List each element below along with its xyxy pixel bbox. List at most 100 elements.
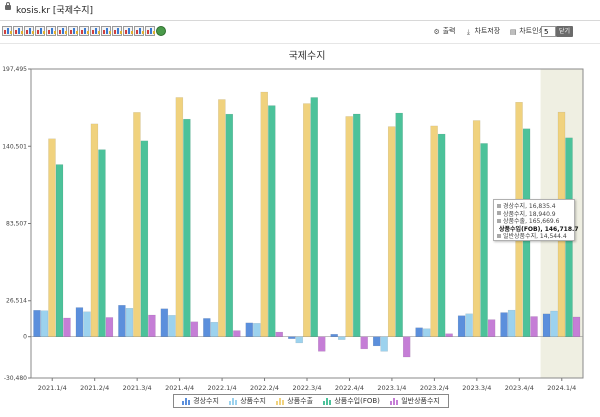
gear-icon: ⚙ (433, 28, 440, 36)
column-chart-icon[interactable] (57, 26, 67, 36)
bar (530, 316, 538, 337)
bar (175, 97, 184, 337)
bar (542, 313, 551, 337)
tooltip-text: 일반상품수지, 14,544.4 (503, 233, 567, 241)
legend-swatch-icon (276, 397, 285, 405)
chart-legend: 경상수지 상품수지 상품수출 상품수입(FOB) 일반상품수지 (173, 394, 449, 408)
legend-label: 상품수지 (240, 397, 266, 405)
bar (338, 336, 346, 340)
refresh-icon[interactable] (156, 26, 166, 36)
legend-label: 일반상품수지 (401, 397, 440, 405)
bar (415, 327, 423, 337)
print-button[interactable]: ⚙ 출력 (433, 26, 455, 36)
bar (98, 149, 106, 337)
bar (160, 308, 169, 337)
bar (288, 336, 296, 339)
tooltip-swatch (497, 233, 501, 238)
bar (63, 317, 71, 337)
bar (310, 97, 318, 337)
bar (55, 164, 64, 337)
scatter-icon[interactable] (101, 26, 111, 36)
close-button[interactable]: 닫기 (556, 26, 573, 37)
bar (203, 318, 211, 337)
bar-chart-icon[interactable] (2, 26, 12, 36)
bar (318, 336, 326, 352)
legend-swatch-icon (390, 397, 399, 405)
bar (500, 312, 508, 337)
bar (133, 112, 141, 337)
x-tick-label: 2022.1/4 (208, 384, 237, 391)
legend-label: 상품수입(FOB) (334, 397, 380, 405)
bar (487, 319, 496, 337)
horizontal-stacked-icon[interactable] (90, 26, 100, 36)
mixed-chart-icon[interactable] (123, 26, 133, 36)
window-title: kosis.kr [국제수지] (16, 6, 94, 16)
legend-item[interactable]: 상품수출 (276, 396, 313, 406)
window-titlebar: kosis.kr [국제수지] (0, 0, 600, 21)
printer-icon: ▤ (509, 28, 517, 36)
x-tick-label: 2022.2/4 (250, 384, 279, 391)
x-tick-label: 2022.3/4 (292, 384, 321, 391)
legend-item[interactable]: 상품수지 (229, 396, 266, 406)
radar-chart-icon[interactable] (134, 26, 144, 36)
bar (233, 330, 241, 337)
tooltip-swatch (497, 211, 501, 216)
x-tick-label: 2022.4/4 (335, 384, 364, 391)
bar (295, 336, 303, 344)
bubble-chart-icon[interactable] (145, 26, 155, 36)
chart-tooltip: 경상수지, 16,835.4 상품수지, 18,940.9 상품수출, 165,66… (493, 199, 579, 241)
combo-chart-icon[interactable] (112, 26, 122, 36)
bar (422, 328, 431, 337)
horizontal-bar-icon[interactable] (79, 26, 89, 36)
legend-item[interactable]: 경상수지 (182, 396, 219, 406)
tooltip-swatch (497, 203, 501, 208)
bar (572, 316, 581, 337)
bar (372, 336, 381, 347)
legend-label: 경상수지 (193, 397, 219, 405)
legend-swatch-icon (182, 397, 191, 405)
legend-item[interactable]: 상품수입(FOB) (323, 396, 380, 406)
download-icon: ⤓ (466, 28, 471, 36)
legend-swatch-icon (229, 397, 238, 405)
bar (507, 309, 516, 337)
bar (445, 333, 453, 337)
count-select[interactable]: 5 (541, 26, 562, 37)
bar (345, 116, 353, 337)
bar (125, 308, 134, 337)
y-tick-label: 197,495 (2, 66, 27, 73)
y-tick-label: 0 (23, 334, 27, 341)
bar (40, 310, 49, 337)
x-tick-label: 2023.4/4 (505, 384, 534, 391)
bar (275, 331, 283, 337)
y-tick-label: 83,507 (6, 221, 27, 228)
area-chart-icon[interactable] (35, 26, 45, 36)
bar (245, 322, 253, 337)
y-tick-label: -30,480 (4, 375, 27, 382)
x-tick-label: 2023.3/4 (462, 384, 491, 391)
x-tick-label: 2023.2/4 (420, 384, 449, 391)
bar (90, 123, 99, 337)
bar (183, 118, 191, 337)
print-chart-button[interactable]: ▤ 차트인쇄 (509, 26, 545, 36)
bar (140, 140, 149, 337)
bar (260, 91, 268, 337)
legend-label: 상품수출 (287, 397, 314, 405)
bar (168, 315, 176, 337)
bar (437, 133, 446, 337)
line-chart-icon[interactable] (24, 26, 34, 36)
x-tick-label: 2021.3/4 (123, 384, 152, 391)
tooltip-line: 일반상품수지, 14,544.4 (497, 232, 571, 240)
bar (218, 99, 226, 337)
stacked-bar-icon[interactable] (13, 26, 23, 36)
bar (303, 103, 311, 337)
bar (472, 120, 481, 337)
bar (210, 321, 219, 337)
pie-chart-icon[interactable] (46, 26, 56, 36)
x-tick-label: 2021.4/4 (165, 384, 194, 391)
bar (225, 113, 234, 337)
bar (33, 310, 41, 337)
bar (253, 323, 261, 337)
stacked-column-icon[interactable] (68, 26, 78, 36)
save-chart-button[interactable]: ⤓ 차트저장 (464, 26, 500, 36)
legend-item[interactable]: 일반상품수지 (390, 396, 440, 406)
